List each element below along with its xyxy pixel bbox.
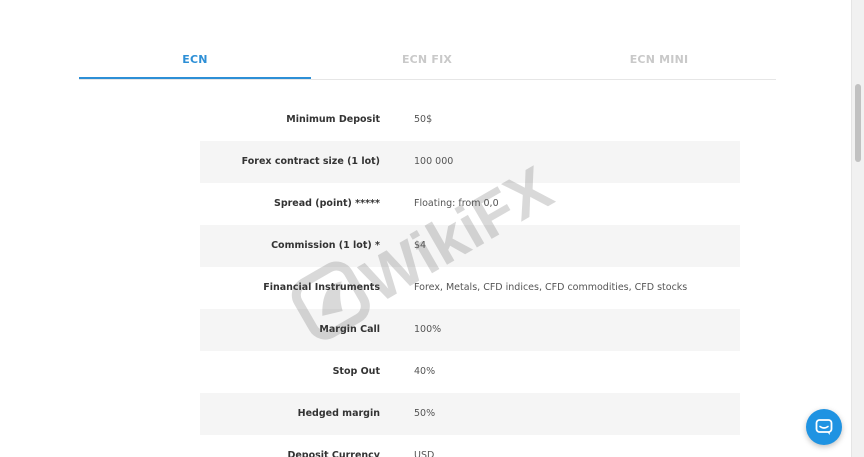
page-scrollbar[interactable] xyxy=(851,0,864,457)
spec-label: Financial Instruments xyxy=(263,282,380,293)
tab-ecn-mini[interactable]: ECN MINI xyxy=(543,44,775,79)
spec-value: 50% xyxy=(414,408,436,419)
spec-label: Spread (point) ***** xyxy=(273,198,380,209)
spec-value: 40% xyxy=(414,366,436,377)
active-tab-indicator xyxy=(79,77,311,79)
spec-value: $4 xyxy=(414,240,427,251)
spec-value: USD xyxy=(414,450,435,457)
spec-label: Hedged margin xyxy=(297,408,380,419)
spec-label: Minimum Deposit xyxy=(286,114,380,125)
scrollbar-thumb[interactable] xyxy=(855,84,861,162)
spec-value: Forex, Metals, CFD indices, CFD commodit… xyxy=(414,282,688,293)
spec-value: Floating: from 0,0 xyxy=(414,198,499,209)
spec-row-spread: Spread (point) ***** Floating: from 0,0 xyxy=(200,183,740,225)
spec-label: Deposit Currency xyxy=(287,450,380,457)
spec-label: Forex contract size (1 lot) xyxy=(241,156,380,167)
spec-row-margin-call: Margin Call 100% xyxy=(200,309,740,351)
chat-bubble-icon xyxy=(815,419,833,435)
account-type-tabs: ECN ECN FIX ECN MINI xyxy=(79,44,776,80)
spec-row-contract-size: Forex contract size (1 lot) 100 000 xyxy=(200,141,740,183)
spec-row-minimum-deposit: Minimum Deposit 50$ xyxy=(200,99,740,141)
spec-value: 100 000 xyxy=(414,156,454,167)
tab-ecn[interactable]: ECN xyxy=(79,44,311,79)
spec-label: Commission (1 lot) * xyxy=(271,240,380,251)
page: ECN ECN FIX ECN MINI Minimum Deposit 50$… xyxy=(0,0,852,457)
spec-value: 50$ xyxy=(414,114,433,125)
spec-row-financial-instruments: Financial Instruments Forex, Metals, CFD… xyxy=(200,267,740,309)
spec-value: 100% xyxy=(414,324,442,335)
spec-row-deposit-currency: Deposit Currency USD xyxy=(200,435,740,457)
account-spec-table: Minimum Deposit 50$ Forex contract size … xyxy=(200,99,740,457)
spec-row-stop-out: Stop Out 40% xyxy=(200,351,740,393)
spec-row-commission: Commission (1 lot) * $4 xyxy=(200,225,740,267)
spec-row-hedged-margin: Hedged margin 50% xyxy=(200,393,740,435)
tab-ecn-fix[interactable]: ECN FIX xyxy=(311,44,543,79)
spec-label: Stop Out xyxy=(332,366,380,377)
chat-button[interactable] xyxy=(806,409,842,445)
spec-label: Margin Call xyxy=(319,324,380,335)
